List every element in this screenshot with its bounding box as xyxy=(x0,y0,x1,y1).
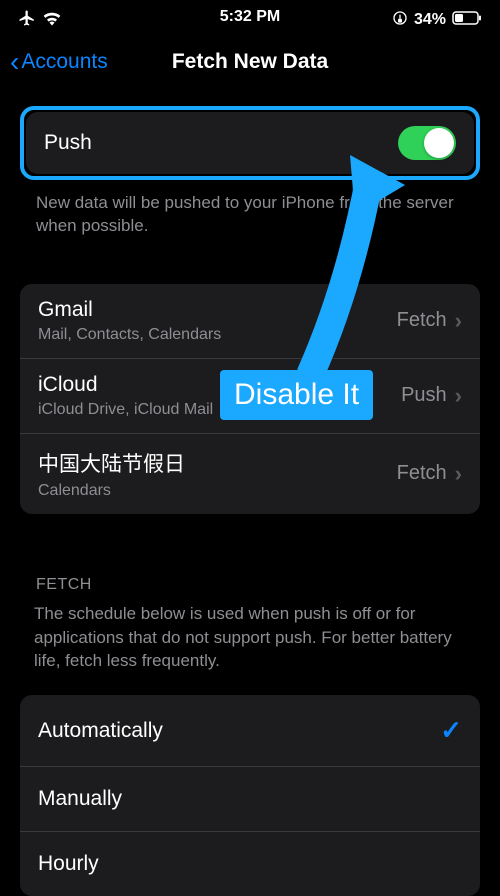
page-title: Fetch New Data xyxy=(172,50,328,74)
account-value: Fetch xyxy=(397,309,447,332)
annotation-highlight: Push xyxy=(20,106,480,180)
account-value: Push xyxy=(401,384,447,407)
account-subtitle: iCloud Drive, iCloud Mail xyxy=(38,401,213,419)
chevron-right-icon: › xyxy=(455,383,462,409)
push-label: Push xyxy=(44,131,92,155)
push-toggle[interactable] xyxy=(398,126,456,160)
chevron-left-icon: ‹ xyxy=(10,46,19,78)
fetch-option-hourly[interactable]: Hourly xyxy=(20,831,480,896)
wifi-icon xyxy=(42,10,62,31)
push-section: Push xyxy=(20,106,480,180)
push-footer: New data will be pushed to your iPhone f… xyxy=(0,180,500,238)
battery-percent: 34% xyxy=(414,11,446,29)
account-title: 中国大陆节假日 xyxy=(38,448,185,478)
rotation-lock-icon xyxy=(392,10,408,31)
toggle-knob xyxy=(424,128,454,158)
push-cell[interactable]: Push xyxy=(26,112,474,174)
fetch-header: FETCH xyxy=(0,576,500,602)
annotation-label: Disable It xyxy=(220,370,373,420)
back-label: Accounts xyxy=(21,50,107,74)
status-left xyxy=(18,9,62,32)
fetch-option-label: Automatically xyxy=(38,719,163,743)
checkmark-icon: ✓ xyxy=(440,715,462,746)
status-right: 34% xyxy=(392,10,482,31)
account-row-gmail[interactable]: Gmail Mail, Contacts, Calendars Fetch › xyxy=(20,284,480,358)
account-title: Gmail xyxy=(38,298,221,322)
chevron-right-icon: › xyxy=(455,308,462,334)
nav-header: ‹ Accounts Fetch New Data xyxy=(0,36,500,92)
fetch-option-manually[interactable]: Manually xyxy=(20,766,480,831)
account-subtitle: Calendars xyxy=(38,482,185,500)
account-row-holidays[interactable]: 中国大陆节假日 Calendars Fetch › xyxy=(20,433,480,514)
fetch-section: FETCH The schedule below is used when pu… xyxy=(0,576,500,896)
account-subtitle: Mail, Contacts, Calendars xyxy=(38,326,221,344)
fetch-option-label: Hourly xyxy=(38,852,99,876)
chevron-right-icon: › xyxy=(455,461,462,487)
fetch-description: The schedule below is used when push is … xyxy=(0,602,500,695)
battery-icon xyxy=(452,11,482,30)
fetch-option-label: Manually xyxy=(38,787,122,811)
status-time: 5:32 PM xyxy=(220,8,280,26)
account-title: iCloud xyxy=(38,373,213,397)
account-value: Fetch xyxy=(397,462,447,485)
back-button[interactable]: ‹ Accounts xyxy=(10,46,108,78)
airplane-icon xyxy=(18,9,36,32)
fetch-option-automatically[interactable]: Automatically ✓ xyxy=(20,695,480,766)
status-bar: 5:32 PM 34% xyxy=(0,0,500,36)
